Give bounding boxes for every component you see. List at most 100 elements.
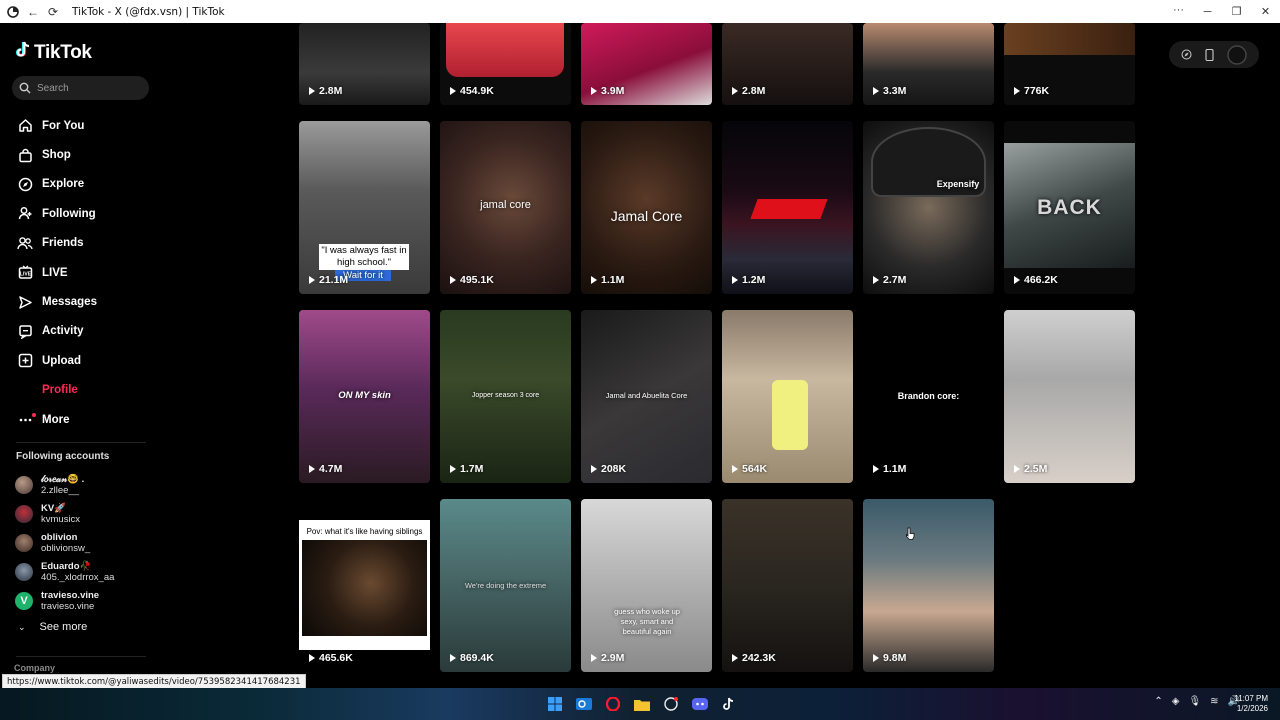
reload-icon[interactable]: ⟳: [46, 5, 60, 19]
view-count: 776K: [1014, 85, 1049, 97]
nav-messages[interactable]: Messages: [0, 287, 160, 316]
view-count: 2.8M: [732, 85, 765, 97]
back-arrow-icon[interactable]: ←: [26, 5, 40, 19]
nav-label: Messages: [42, 296, 97, 309]
divider: [16, 442, 146, 443]
svg-text:LIVE: LIVE: [19, 272, 31, 278]
avatar: [15, 533, 33, 552]
play-icon: [873, 465, 879, 473]
close-button[interactable]: ✕: [1251, 0, 1280, 23]
video-tile[interactable]: 1.2M: [722, 121, 853, 294]
video-tile[interactable]: 564K: [722, 310, 853, 483]
tiktok-logo[interactable]: TikTok: [15, 41, 92, 64]
play-icon: [591, 465, 597, 473]
sidebar: TikTok For You Shop Explore Following Fr…: [0, 23, 160, 693]
video-tile[interactable]: Pov: what it's like having siblings 465.…: [299, 499, 430, 672]
microphone-icon[interactable]: 🎙: [1188, 696, 1201, 707]
main-nav: For You Shop Explore Following Friends L…: [0, 111, 160, 434]
play-icon: [873, 276, 879, 284]
view-count: 465.6K: [309, 652, 353, 664]
video-tile[interactable]: Jamal and Abuelita Core 208K: [581, 310, 712, 483]
video-caption: jamal core: [480, 199, 531, 211]
nav-following[interactable]: Following: [0, 199, 160, 228]
wifi-icon[interactable]: ≋: [1210, 696, 1218, 707]
nav-for-you[interactable]: For You: [0, 111, 160, 140]
nav-upload[interactable]: Upload: [0, 346, 160, 375]
nav-label: For You: [42, 119, 85, 132]
following-account[interactable]: Eduardo🥀 405._xlodrrox_aa: [15, 557, 114, 586]
video-caption: Jopper season 3 core: [471, 392, 540, 399]
following-person-icon: [16, 206, 34, 222]
window-title: TikTok - X (@fdx.vsn) | TikTok: [72, 5, 225, 18]
following-accounts-list: 𝓁𝑜𝓇𝑒𝒶𝓃🤓 . 2.zllee__ KV🚀 kvmusicx oblivion o…: [15, 470, 114, 615]
view-count: 2.5M: [1014, 463, 1047, 475]
compass-small-icon[interactable]: [1181, 49, 1192, 60]
tiktok-taskbar-icon[interactable]: [714, 694, 743, 714]
view-count: 242.3K: [732, 652, 776, 664]
account-handle: 405._xlodrrox_aa: [41, 571, 115, 583]
video-tile[interactable]: 3.9M: [581, 23, 712, 105]
minimize-button[interactable]: ─: [1193, 0, 1222, 23]
video-tile[interactable]: We're doing the extreme 869.4K: [440, 499, 571, 672]
search-box[interactable]: [12, 76, 149, 100]
phone-icon[interactable]: [1205, 48, 1214, 61]
clock[interactable]: 11:07 PM 1/2/2026: [1234, 694, 1268, 714]
video-tile[interactable]: Expensify 2.7M: [863, 121, 994, 294]
video-tile[interactable]: 2.8M: [299, 23, 430, 105]
video-tile[interactable]: guess who woke up sexy, smart and beauti…: [581, 499, 712, 672]
video-tile[interactable]: 454.9K: [440, 23, 571, 105]
following-account[interactable]: oblivion oblivionsw_: [15, 528, 114, 557]
chevron-up-icon[interactable]: ⌃: [1154, 696, 1162, 707]
nav-live[interactable]: LIVE LIVE: [0, 258, 160, 287]
following-account[interactable]: V travieso.vine travieso.vine: [15, 586, 114, 615]
video-tile[interactable]: 3.3M: [863, 23, 994, 105]
video-tile[interactable]: BACK 466.2K: [1004, 121, 1135, 294]
account-handle: travieso.vine: [41, 600, 95, 612]
outlook-icon[interactable]: [569, 694, 598, 714]
following-account[interactable]: KV🚀 kvmusicx: [15, 499, 114, 528]
upload-icon: [16, 353, 34, 369]
search-input[interactable]: [37, 82, 137, 94]
chatgpt-icon[interactable]: [656, 694, 685, 714]
nav-explore[interactable]: Explore: [0, 170, 160, 199]
following-account[interactable]: 𝓁𝑜𝓇𝑒𝒶𝓃🤓 . 2.zllee__: [15, 470, 114, 499]
video-tile[interactable]: 9.8M: [863, 499, 994, 672]
divider: [16, 656, 146, 657]
discord-icon[interactable]: [685, 694, 714, 714]
play-icon: [591, 276, 597, 284]
maximize-button[interactable]: ❐: [1222, 0, 1251, 23]
video-tile[interactable]: 242.3K: [722, 499, 853, 672]
shop-bag-icon: [16, 147, 34, 163]
video-tile[interactable]: Jamal Core 1.1M: [581, 121, 712, 294]
activity-icon: [16, 323, 34, 339]
video-caption: Pov: what it's like having siblings: [306, 527, 423, 536]
user-avatar[interactable]: [1226, 44, 1247, 65]
more-options-icon[interactable]: ···: [1173, 4, 1184, 16]
video-tile[interactable]: 2.5M: [1004, 310, 1135, 483]
video-tile[interactable]: 2.8M: [722, 23, 853, 105]
security-icon[interactable]: ◈: [1172, 696, 1180, 707]
video-tile[interactable]: jamal core 495.1K: [440, 121, 571, 294]
windows-start-icon[interactable]: [540, 694, 569, 714]
account-handle: kvmusicx: [41, 513, 81, 525]
nav-more[interactable]: More: [0, 405, 160, 434]
video-tile[interactable]: Brandon core: 1.1M: [863, 310, 994, 483]
file-explorer-icon[interactable]: [627, 694, 656, 714]
nav-activity[interactable]: Activity: [0, 317, 160, 346]
video-tile[interactable]: Jopper season 3 core 1.7M: [440, 310, 571, 483]
nav-label: More: [42, 413, 70, 426]
nav-shop[interactable]: Shop: [0, 140, 160, 169]
play-icon: [1014, 276, 1020, 284]
see-more-button[interactable]: ⌄ See more: [18, 621, 87, 633]
account-handle: oblivionsw_: [41, 542, 91, 554]
nav-friends[interactable]: Friends: [0, 229, 160, 258]
play-icon: [450, 465, 456, 473]
opera-icon[interactable]: [598, 694, 627, 714]
video-tile[interactable]: 776K: [1004, 23, 1135, 105]
video-tile[interactable]: "I was always fast in high school." Wait…: [299, 121, 430, 294]
company-link[interactable]: Company: [14, 663, 55, 673]
dress-graphic: [772, 380, 808, 450]
video-tile[interactable]: ON MY skin 4.7M: [299, 310, 430, 483]
nav-profile[interactable]: Profile: [0, 376, 160, 405]
video-caption: We're doing the extreme: [464, 581, 547, 590]
